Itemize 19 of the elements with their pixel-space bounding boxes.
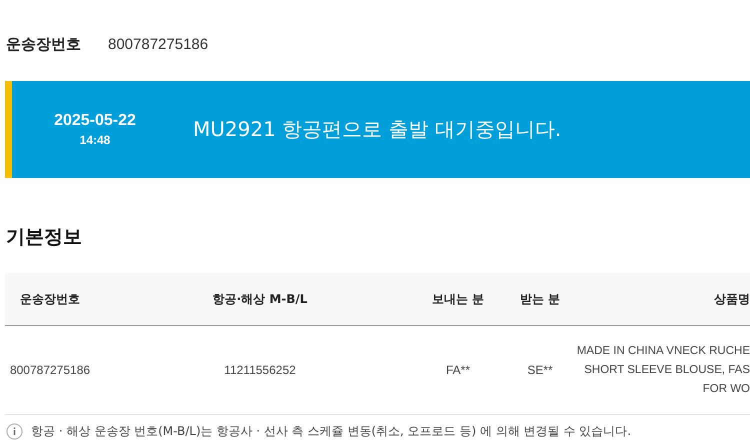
waybill-number: 800787275186	[108, 36, 208, 52]
notice-text: 항공 · 해상 운송장 번호(M-B/L)는 항공사 · 선사 측 스케쥴 변동(취소, 오프로드 등) 에 의해 변경될 수 있습니다.	[31, 423, 632, 440]
table-cell-text: 11211556252	[223, 363, 297, 377]
column-header: 상품명	[713, 290, 750, 308]
column-header: 보내는 분	[430, 290, 486, 308]
product-name-line: MADE IN CHINA VNECK RUCHE	[576, 345, 750, 357]
waybill-label: 운송장번호	[6, 34, 81, 54]
section-title: 기본정보	[6, 225, 83, 250]
column-header: 받는 분	[518, 290, 562, 308]
table-cell-text: FA**	[444, 363, 471, 377]
info-icon	[6, 423, 23, 440]
product-name-line: FOR WO	[702, 383, 750, 395]
status-date: 2025-05-22	[54, 112, 136, 130]
column-header: 운송장번호	[19, 290, 81, 308]
status-message: MU2921 항공편으로 출발 대기중입니다.	[193, 116, 562, 143]
column-header: 항공·해상 M-B/L	[212, 290, 308, 308]
table-cell-text: 800787275186	[8, 363, 92, 377]
status-time: 14:48	[80, 133, 110, 147]
product-name-line: SHORT SLEEVE BLOUSE, FAS	[584, 364, 750, 376]
